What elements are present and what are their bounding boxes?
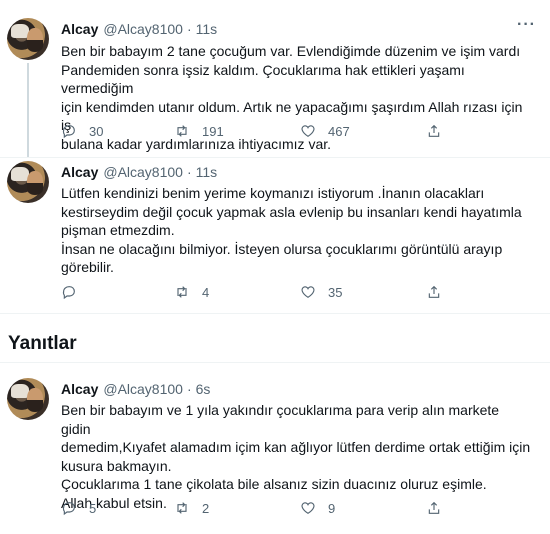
retweet-button[interactable]: 2 (174, 500, 300, 516)
separator-dot: · (186, 21, 192, 37)
like-count: 467 (328, 123, 350, 139)
tweet-text: Lütfen kendinizi benim yerime koymanızı … (61, 184, 531, 277)
share-icon (428, 285, 440, 298)
tweet-header: Alcay @Alcay8100 · 11s (61, 164, 217, 180)
like-button[interactable]: 9 (300, 500, 426, 516)
replies-section-title: Yanıtlar (8, 333, 77, 354)
tweet-header: Alcay @Alcay8100 · 11s (61, 21, 217, 37)
divider (0, 313, 550, 314)
tweet-1[interactable]: Alcay @Alcay8100 · 11s ··· Ben bir babay… (0, 0, 550, 158)
reply-button[interactable] (61, 284, 174, 300)
like-count: 35 (328, 284, 343, 300)
heart-icon (301, 502, 315, 515)
share-button[interactable] (426, 500, 442, 516)
tweet-header: Alcay @Alcay8100 · 6s (61, 381, 210, 397)
share-icon (428, 124, 440, 137)
heart-icon (301, 125, 315, 138)
timestamp[interactable]: 11s (196, 21, 218, 37)
retweet-icon (177, 125, 187, 137)
retweet-count: 4 (202, 284, 210, 300)
user-handle[interactable]: @Alcay8100 (103, 21, 183, 37)
tweet-actions: 5 2 9 (61, 498, 481, 518)
tweet-text: Ben bir babayım ve 1 yıla yakındır çocuk… (61, 401, 531, 512)
separator-dot: · (186, 164, 192, 180)
reply-button[interactable]: 5 (61, 500, 174, 516)
thread-line (27, 63, 29, 158)
tweet-3[interactable]: Alcay @Alcay8100 · 6s Ben bir babayım ve… (0, 363, 550, 534)
avatar[interactable] (7, 18, 49, 60)
retweet-count: 2 (202, 500, 210, 516)
like-button[interactable]: 35 (300, 284, 426, 300)
tweet-actions: 4 35 (61, 282, 481, 302)
more-icon[interactable]: ··· (517, 16, 536, 34)
share-button[interactable] (426, 123, 442, 139)
reply-icon (62, 502, 75, 516)
reply-count: 30 (89, 123, 104, 139)
retweet-icon (177, 502, 187, 514)
reply-count: 5 (89, 500, 97, 516)
reply-icon (62, 125, 75, 139)
timestamp[interactable]: 6s (196, 381, 211, 397)
display-name[interactable]: Alcay (61, 381, 98, 397)
reply-icon (62, 286, 75, 300)
share-icon (428, 501, 440, 514)
display-name[interactable]: Alcay (61, 164, 98, 180)
tweet-text-content: Lütfen kendinizi benim yerime koymanızı … (61, 185, 522, 275)
heart-icon (301, 286, 315, 299)
retweet-count: 191 (202, 123, 224, 139)
retweet-button[interactable]: 4 (174, 284, 300, 300)
retweet-icon (177, 286, 187, 298)
tweet-text-content: Ben bir babayım ve 1 yıla yakındır çocuk… (61, 402, 531, 511)
tweet-2[interactable]: Alcay @Alcay8100 · 11s Lütfen kendinizi … (0, 158, 550, 316)
user-handle[interactable]: @Alcay8100 (103, 164, 183, 180)
like-count: 9 (328, 500, 336, 516)
user-handle[interactable]: @Alcay8100 (103, 381, 183, 397)
separator-dot: · (186, 381, 192, 397)
retweet-button[interactable]: 191 (174, 123, 300, 139)
avatar[interactable] (7, 161, 49, 203)
share-button[interactable] (426, 284, 442, 300)
timestamp[interactable]: 11s (196, 164, 218, 180)
reply-button[interactable]: 30 (61, 123, 174, 139)
tweet-actions: 30 191 467 (61, 121, 481, 141)
display-name[interactable]: Alcay (61, 21, 98, 37)
avatar[interactable] (7, 378, 49, 420)
like-button[interactable]: 467 (300, 123, 426, 139)
